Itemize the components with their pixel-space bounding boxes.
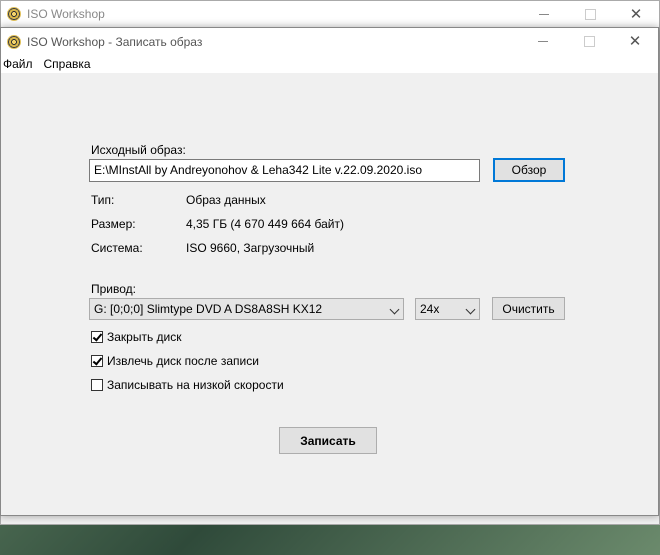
drive-select[interactable]: G: [0;0;0] Slimtype DVD A DS8A8SH KX12	[89, 298, 404, 320]
maximize-icon	[583, 35, 595, 47]
burn-image-dialog: ISO Workshop - Записать образ ✕ Файл Спр…	[0, 27, 659, 516]
chevron-down-icon	[465, 304, 476, 315]
low-speed-option[interactable]: Записывать на низкой скорости	[91, 378, 284, 392]
background-maximize-button[interactable]	[567, 1, 613, 27]
size-value: 4,35 ГБ (4 670 449 664 байт)	[186, 217, 344, 231]
close-icon: ✕	[629, 5, 643, 23]
size-label: Размер:	[91, 217, 136, 231]
browse-button[interactable]: Обзор	[493, 158, 565, 182]
eject-after-option[interactable]: Извлечь диск после записи	[91, 354, 259, 368]
system-value: ISO 9660, Загрузочный	[186, 241, 315, 255]
drive-selected-value: G: [0;0;0] Slimtype DVD A DS8A8SH KX12	[94, 302, 323, 316]
background-minimize-button[interactable]	[521, 1, 567, 27]
minimize-icon	[538, 40, 548, 42]
menu-help[interactable]: Справка	[42, 57, 98, 71]
close-disc-checkbox[interactable]	[91, 331, 103, 343]
type-value: Образ данных	[186, 193, 266, 207]
chevron-down-icon	[389, 304, 400, 315]
speed-selected-value: 24x	[420, 302, 440, 316]
burn-button[interactable]: Записать	[279, 427, 377, 454]
background-close-button[interactable]: ✕	[613, 1, 659, 27]
minimize-icon	[539, 13, 549, 15]
dialog-titlebar: ISO Workshop - Записать образ ✕	[1, 28, 658, 55]
background-window-title: ISO Workshop	[27, 7, 105, 21]
low-speed-checkbox[interactable]	[91, 379, 103, 391]
source-image-label: Исходный образ:	[91, 143, 186, 157]
drive-label: Привод:	[91, 282, 136, 296]
close-disc-option[interactable]: Закрыть диск	[91, 330, 182, 344]
close-disc-label: Закрыть диск	[107, 330, 182, 344]
eject-after-checkbox[interactable]	[91, 355, 103, 367]
background-window-controls: ✕	[521, 1, 659, 27]
iso-workshop-app-icon	[7, 7, 21, 21]
eject-after-label: Извлечь диск после записи	[107, 354, 259, 368]
dialog-content: Исходный образ: E:\MInstAll by Andreyono…	[1, 73, 658, 515]
dialog-title: ISO Workshop - Записать образ	[27, 34, 203, 49]
source-image-path-input[interactable]: E:\MInstAll by Andreyonohov & Leha342 Li…	[89, 159, 480, 182]
maximize-icon	[584, 8, 596, 20]
background-titlebar: ISO Workshop ✕	[1, 1, 659, 27]
dialog-window-controls: ✕	[520, 28, 658, 54]
dialog-minimize-button[interactable]	[520, 28, 566, 54]
dialog-maximize-button	[566, 28, 612, 54]
menu-file[interactable]: Файл	[1, 57, 40, 71]
system-label: Система:	[91, 241, 143, 255]
type-label: Тип:	[91, 193, 115, 207]
iso-workshop-app-icon	[7, 34, 21, 49]
close-icon: ✕	[628, 32, 642, 50]
erase-button[interactable]: Очистить	[492, 297, 565, 320]
speed-select[interactable]: 24x	[415, 298, 480, 320]
low-speed-label: Записывать на низкой скорости	[107, 378, 284, 392]
dialog-close-button[interactable]: ✕	[612, 28, 658, 54]
menu-bar: Файл Справка	[1, 55, 658, 73]
